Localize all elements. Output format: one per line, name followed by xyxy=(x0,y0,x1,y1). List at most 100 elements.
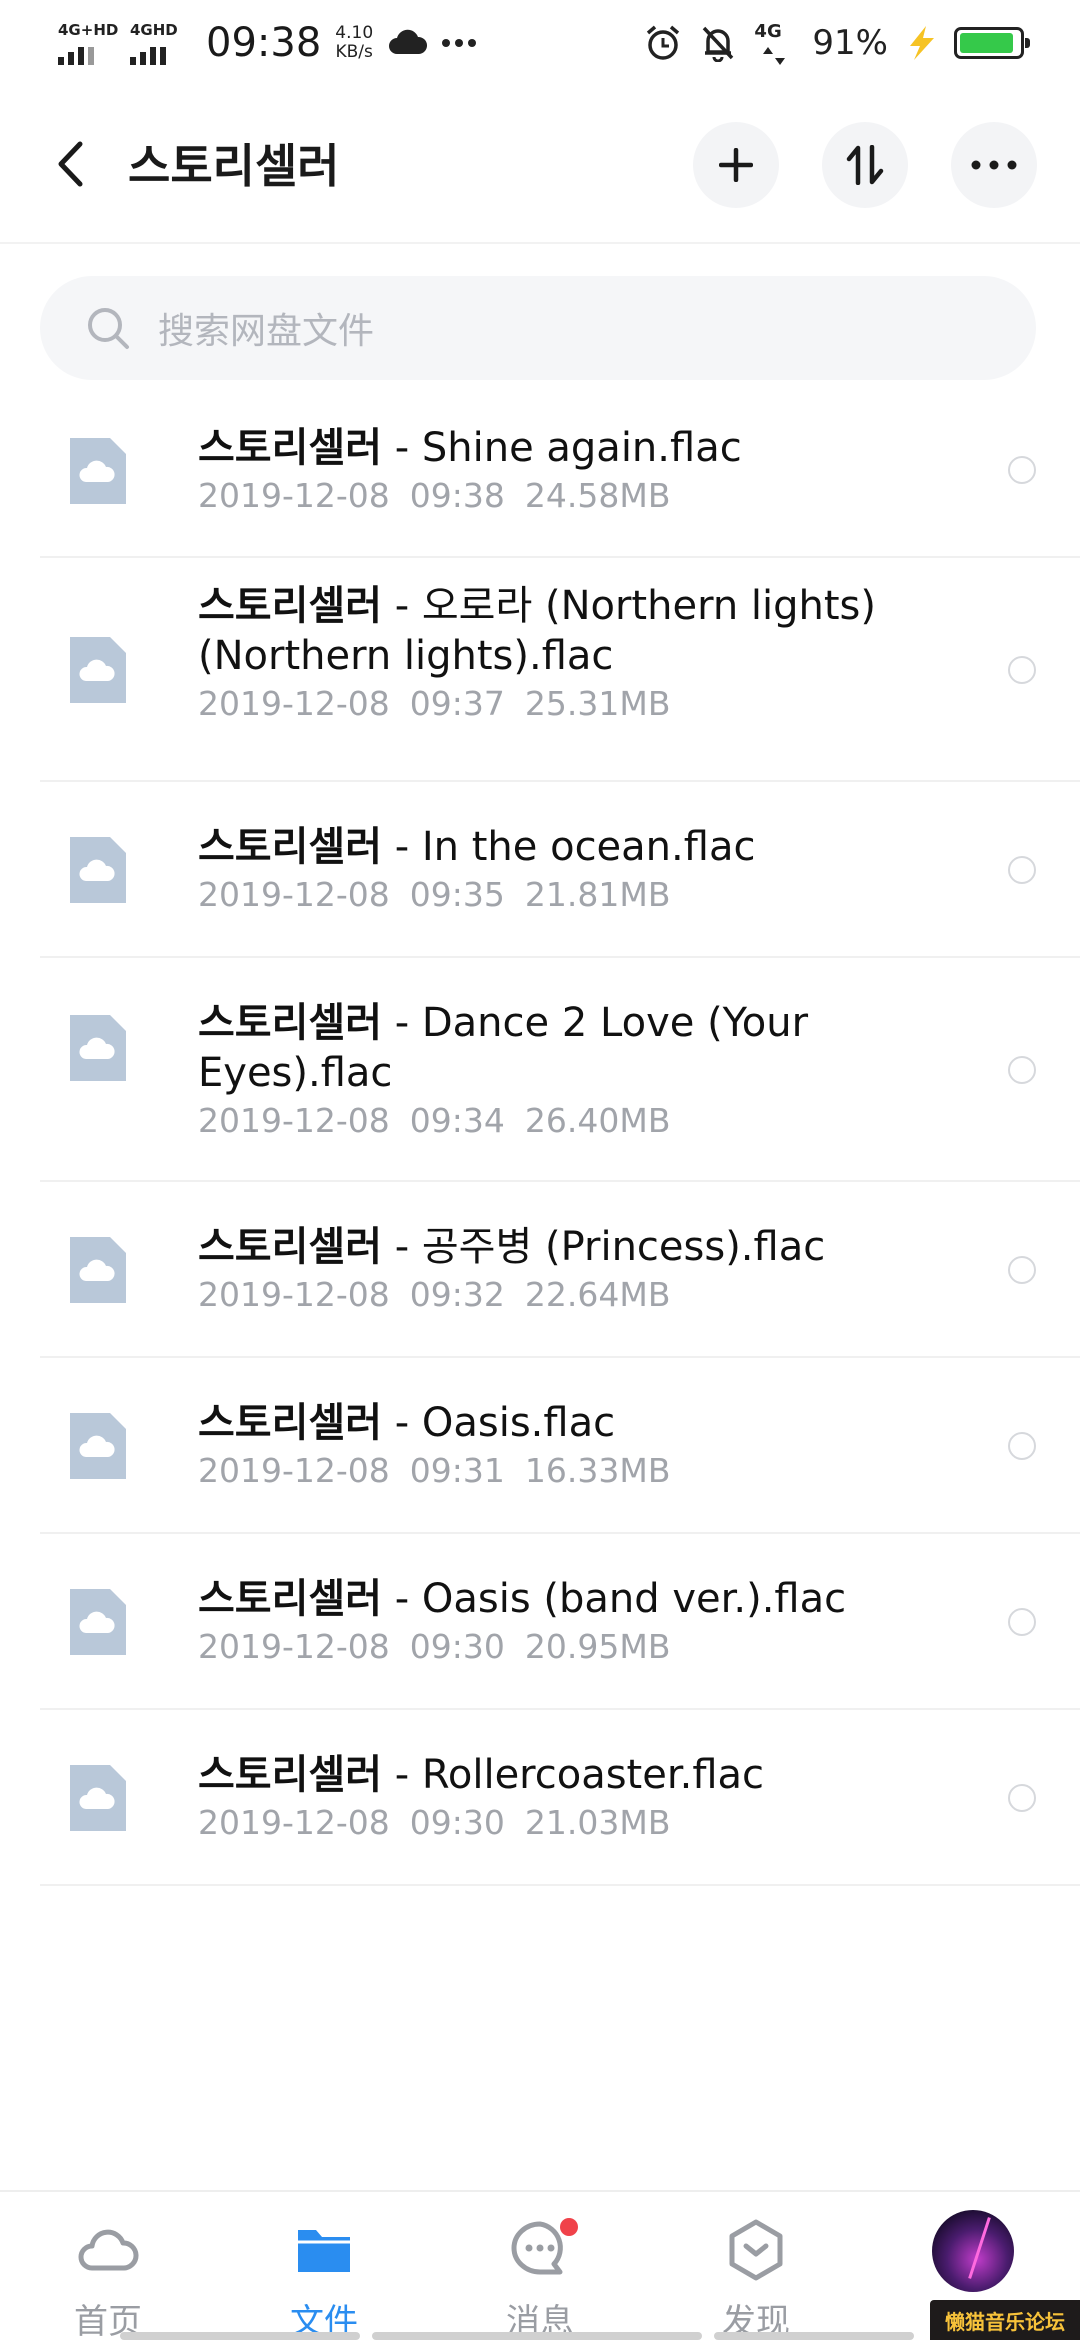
header: 스토리셀러 xyxy=(0,84,1080,244)
file-row[interactable]: 스토리셀러 - Rollercoaster.flac 2019-12-08 09:… xyxy=(40,1710,1080,1886)
file-date: 2019-12-08 xyxy=(198,684,390,723)
file-date: 2019-12-08 xyxy=(198,1451,390,1490)
charging-icon xyxy=(910,26,934,60)
speed-value: 4.10 xyxy=(335,23,374,43)
file-time: 09:30 xyxy=(409,1627,505,1666)
file-size: 21.81MB xyxy=(524,875,671,914)
file-row[interactable]: 스토리셀러 - Oasis.flac 2019-12-08 09:31 16.33M… xyxy=(40,1358,1080,1534)
file-time: 09:38 xyxy=(409,476,505,515)
file-text: 스토리셀러 - In the ocean.flac 2019-12-08 09:3… xyxy=(198,822,960,918)
file-title: - Oasis (band ver.).flac xyxy=(394,1576,847,1622)
file-artist: 스토리셀러 xyxy=(198,1000,382,1046)
network-indicator-2: 4GHD xyxy=(130,21,188,65)
network-label-2: 4GHD xyxy=(130,21,178,39)
file-meta: 2019-12-08 09:30 21.03MB xyxy=(198,1800,960,1846)
select-radio[interactable] xyxy=(1008,856,1036,884)
search-input[interactable]: 搜索网盘文件 xyxy=(40,276,1036,380)
file-row[interactable]: 스토리셀러 - In the ocean.flac 2019-12-08 09:3… xyxy=(40,782,1080,958)
file-date: 2019-12-08 xyxy=(198,875,390,914)
more-button[interactable] xyxy=(951,122,1037,208)
file-artist: 스토리셀러 xyxy=(198,1576,382,1622)
discover-icon xyxy=(729,2219,783,2281)
gesture-bar xyxy=(120,2332,360,2340)
file-size: 25.31MB xyxy=(524,684,671,723)
back-chevron-icon xyxy=(58,141,83,187)
nav-files[interactable]: 文件 xyxy=(264,2218,384,2340)
file-date: 2019-12-08 xyxy=(198,1803,390,1842)
file-size: 26.40MB xyxy=(524,1101,671,1140)
avatar[interactable] xyxy=(932,2210,1014,2292)
file-name: 스토리셀러 - 공주병 (Princess).flac xyxy=(198,1222,960,1272)
battery-icon xyxy=(954,27,1030,59)
network-label-1: 4G+HD xyxy=(58,21,119,39)
file-row[interactable]: 스토리셀러 - 공주병 (Princess).flac 2019-12-08 09… xyxy=(40,1182,1080,1358)
sort-button[interactable] xyxy=(822,122,908,208)
file-row[interactable]: 스토리셀러 - Dance 2 Love (Your Eyes).flac 20… xyxy=(40,958,1080,1182)
file-time: 09:30 xyxy=(409,1803,505,1842)
file-title: - In the ocean.flac xyxy=(394,824,756,870)
unread-badge xyxy=(560,2218,578,2236)
sort-icon xyxy=(846,145,884,185)
file-title: - 공주병 (Princess).flac xyxy=(394,1224,826,1270)
select-radio[interactable] xyxy=(1008,456,1036,484)
file-artist: 스토리셀러 xyxy=(198,425,382,471)
file-size: 16.33MB xyxy=(524,1451,671,1490)
select-radio[interactable] xyxy=(1008,656,1036,684)
file-title: - Rollercoaster.flac xyxy=(394,1752,765,1798)
status-left: 4G+HD 4GHD 09:38 4.10 KB/s xyxy=(58,16,477,70)
network-indicator-3: 4G xyxy=(754,21,794,65)
cloud-icon xyxy=(389,29,428,54)
file-row[interactable]: 스토리셀러 - Oasis (band ver.).flac 2019-12-0… xyxy=(40,1534,1080,1710)
plus-icon xyxy=(719,148,753,182)
nav-discover[interactable]: 发现 xyxy=(696,2218,816,2340)
file-title: - Shine again.flac xyxy=(394,425,742,471)
search-placeholder: 搜索网盘文件 xyxy=(158,311,375,352)
search-icon xyxy=(88,308,129,349)
file-size: 24.58MB xyxy=(524,476,671,515)
page-title: 스토리셀러 xyxy=(128,139,340,193)
gesture-bar xyxy=(714,2332,914,2340)
file-row[interactable]: 스토리셀러 - Shine again.flac 2019-12-08 09:38… xyxy=(40,400,1080,558)
network-label-3: 4G xyxy=(754,21,782,42)
select-radio[interactable] xyxy=(1008,1256,1036,1284)
add-button[interactable] xyxy=(693,122,779,208)
select-radio[interactable] xyxy=(1008,1784,1036,1812)
file-meta: 2019-12-08 09:35 21.81MB xyxy=(198,872,960,918)
status-right: 4G 91% xyxy=(644,18,1030,68)
folder-icon xyxy=(298,2230,350,2272)
more-dots-icon xyxy=(971,160,1017,170)
select-radio[interactable] xyxy=(1008,1432,1036,1460)
file-date: 2019-12-08 xyxy=(198,1101,390,1140)
file-date: 2019-12-08 xyxy=(198,1275,390,1314)
back-button[interactable] xyxy=(46,132,94,196)
file-name: 스토리셀러 - In the ocean.flac xyxy=(198,822,960,872)
file-name: 스토리셀러 - Oasis (band ver.).flac xyxy=(198,1574,960,1624)
nav-messages[interactable]: 消息 xyxy=(480,2218,600,2340)
select-radio[interactable] xyxy=(1008,1056,1036,1084)
cloud-file-icon xyxy=(70,438,126,504)
file-date: 2019-12-08 xyxy=(198,1627,390,1666)
file-date: 2019-12-08 xyxy=(198,476,390,515)
file-row[interactable]: 스토리셀러 - 오로라 (Northern lights) (Northern … xyxy=(40,558,1080,782)
signal-bars-icon xyxy=(58,47,94,65)
file-list: 스토리셀러 - Shine again.flac 2019-12-08 09:38… xyxy=(40,400,1080,1886)
cloud-file-icon xyxy=(70,637,126,703)
file-artist: 스토리셀러 xyxy=(198,1752,382,1798)
network-indicator-1: 4G+HD xyxy=(58,21,119,65)
file-text: 스토리셀러 - Oasis.flac 2019-12-08 09:31 16.33M… xyxy=(198,1398,960,1494)
file-time: 09:35 xyxy=(409,875,505,914)
file-name: 스토리셀러 - Oasis.flac xyxy=(198,1398,960,1448)
nav-home[interactable]: 首页 xyxy=(48,2218,168,2340)
mute-bell-icon xyxy=(703,26,734,62)
file-artist: 스토리셀러 xyxy=(198,583,382,629)
cloud-file-icon xyxy=(70,1015,126,1081)
signal-bars-icon xyxy=(130,47,166,65)
file-text: 스토리셀러 - 오로라 (Northern lights) (Northern … xyxy=(198,581,960,727)
file-text: 스토리셀러 - 공주병 (Princess).flac 2019-12-08 09… xyxy=(198,1222,960,1318)
battery-fill xyxy=(960,33,1013,53)
select-radio[interactable] xyxy=(1008,1608,1036,1636)
file-meta: 2019-12-08 09:30 20.95MB xyxy=(198,1624,960,1670)
cloud-file-icon xyxy=(70,1237,126,1303)
alarm-icon xyxy=(647,25,680,60)
file-name: 스토리셀러 - Dance 2 Love (Your Eyes).flac xyxy=(198,998,960,1098)
